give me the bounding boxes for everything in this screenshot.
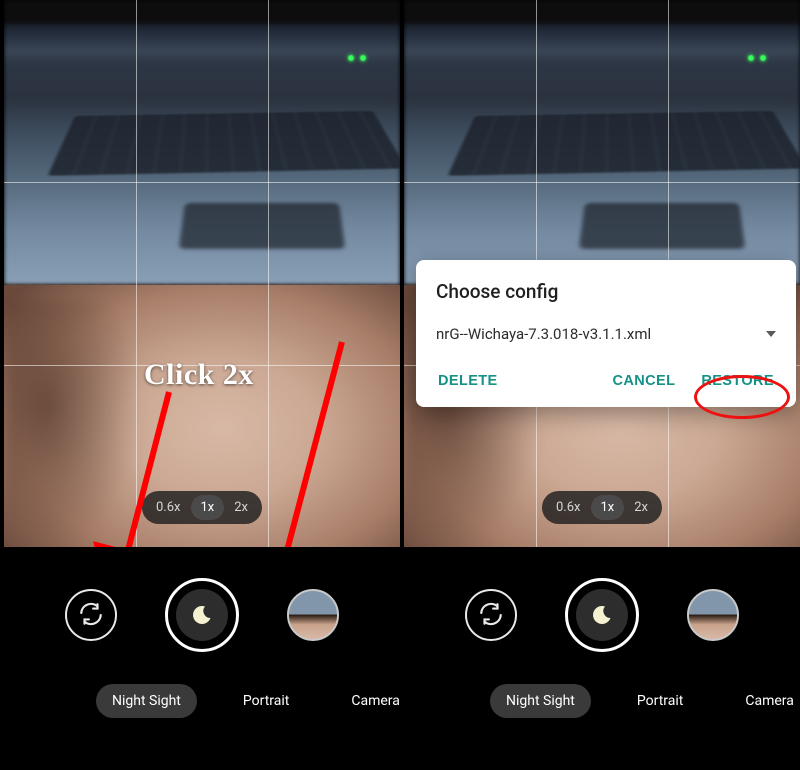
scene-finger-shadow: [4, 300, 144, 547]
annotation-click-2x: Click 2x: [144, 358, 254, 392]
shutter-button[interactable]: [565, 578, 639, 652]
gallery-thumbnail[interactable]: [287, 589, 339, 641]
mode-night-sight[interactable]: Night Sight: [490, 684, 591, 718]
switch-camera-icon: [78, 601, 104, 630]
mode-night-sight[interactable]: Night Sight: [96, 684, 197, 718]
scene-leds: [348, 55, 378, 61]
delete-button[interactable]: DELETE: [436, 369, 500, 393]
zoom-0-6x[interactable]: 0.6x: [546, 495, 591, 520]
shutter-button[interactable]: [165, 578, 239, 652]
zoom-1x[interactable]: 1x: [190, 495, 224, 520]
scene-keyboard: [48, 111, 400, 176]
switch-camera-button[interactable]: [65, 589, 117, 641]
scene-trackpad: [179, 203, 345, 249]
scene-keyboard: [448, 111, 800, 176]
zoom-selector[interactable]: 0.6x 1x 2x: [542, 491, 662, 524]
mode-portrait[interactable]: Portrait: [227, 684, 305, 718]
chevron-down-icon: [766, 331, 776, 337]
gallery-thumbnail[interactable]: [687, 589, 739, 641]
zoom-2x[interactable]: 2x: [624, 495, 658, 520]
night-sight-icon: [176, 589, 228, 641]
config-dropdown[interactable]: nrG--Wichaya-7.3.018-v3.1.1.xml: [436, 325, 776, 343]
dialog-title: Choose config: [436, 280, 776, 303]
mode-selector[interactable]: Night Sight Portrait Camera: [4, 679, 400, 723]
mode-selector[interactable]: Night Sight Portrait Camera: [404, 679, 800, 723]
camera-viewfinder: 0.6x 1x 2x Click 2x: [4, 0, 400, 547]
restore-button[interactable]: RESTORE: [699, 369, 776, 393]
switch-camera-icon: [478, 601, 504, 630]
zoom-2x[interactable]: 2x: [224, 495, 258, 520]
right-screenshot: 0.6x 1x 2x Choose config nrG--Wichaya-7.…: [404, 0, 800, 770]
zoom-selector[interactable]: 0.6x 1x 2x: [142, 491, 262, 524]
left-screenshot: 0.6x 1x 2x Click 2x: [4, 0, 400, 770]
mode-camera[interactable]: Camera: [729, 684, 800, 718]
scene-trackpad: [579, 203, 745, 249]
night-sight-icon: [576, 589, 628, 641]
zoom-0-6x[interactable]: 0.6x: [146, 495, 191, 520]
camera-viewfinder: 0.6x 1x 2x Choose config nrG--Wichaya-7.…: [404, 0, 800, 547]
switch-camera-button[interactable]: [465, 589, 517, 641]
cancel-button[interactable]: CANCEL: [611, 369, 678, 393]
scene-leds: [748, 55, 778, 61]
mode-portrait[interactable]: Portrait: [621, 684, 699, 718]
config-selected-file: nrG--Wichaya-7.3.018-v3.1.1.xml: [436, 325, 651, 343]
choose-config-dialog: Choose config nrG--Wichaya-7.3.018-v3.1.…: [416, 260, 796, 407]
camera-bottom-bar: Night Sight Portrait Camera: [404, 547, 800, 770]
zoom-1x[interactable]: 1x: [590, 495, 624, 520]
mode-camera[interactable]: Camera: [335, 684, 400, 718]
camera-bottom-bar: Night Sight Portrait Camera: [4, 547, 400, 770]
